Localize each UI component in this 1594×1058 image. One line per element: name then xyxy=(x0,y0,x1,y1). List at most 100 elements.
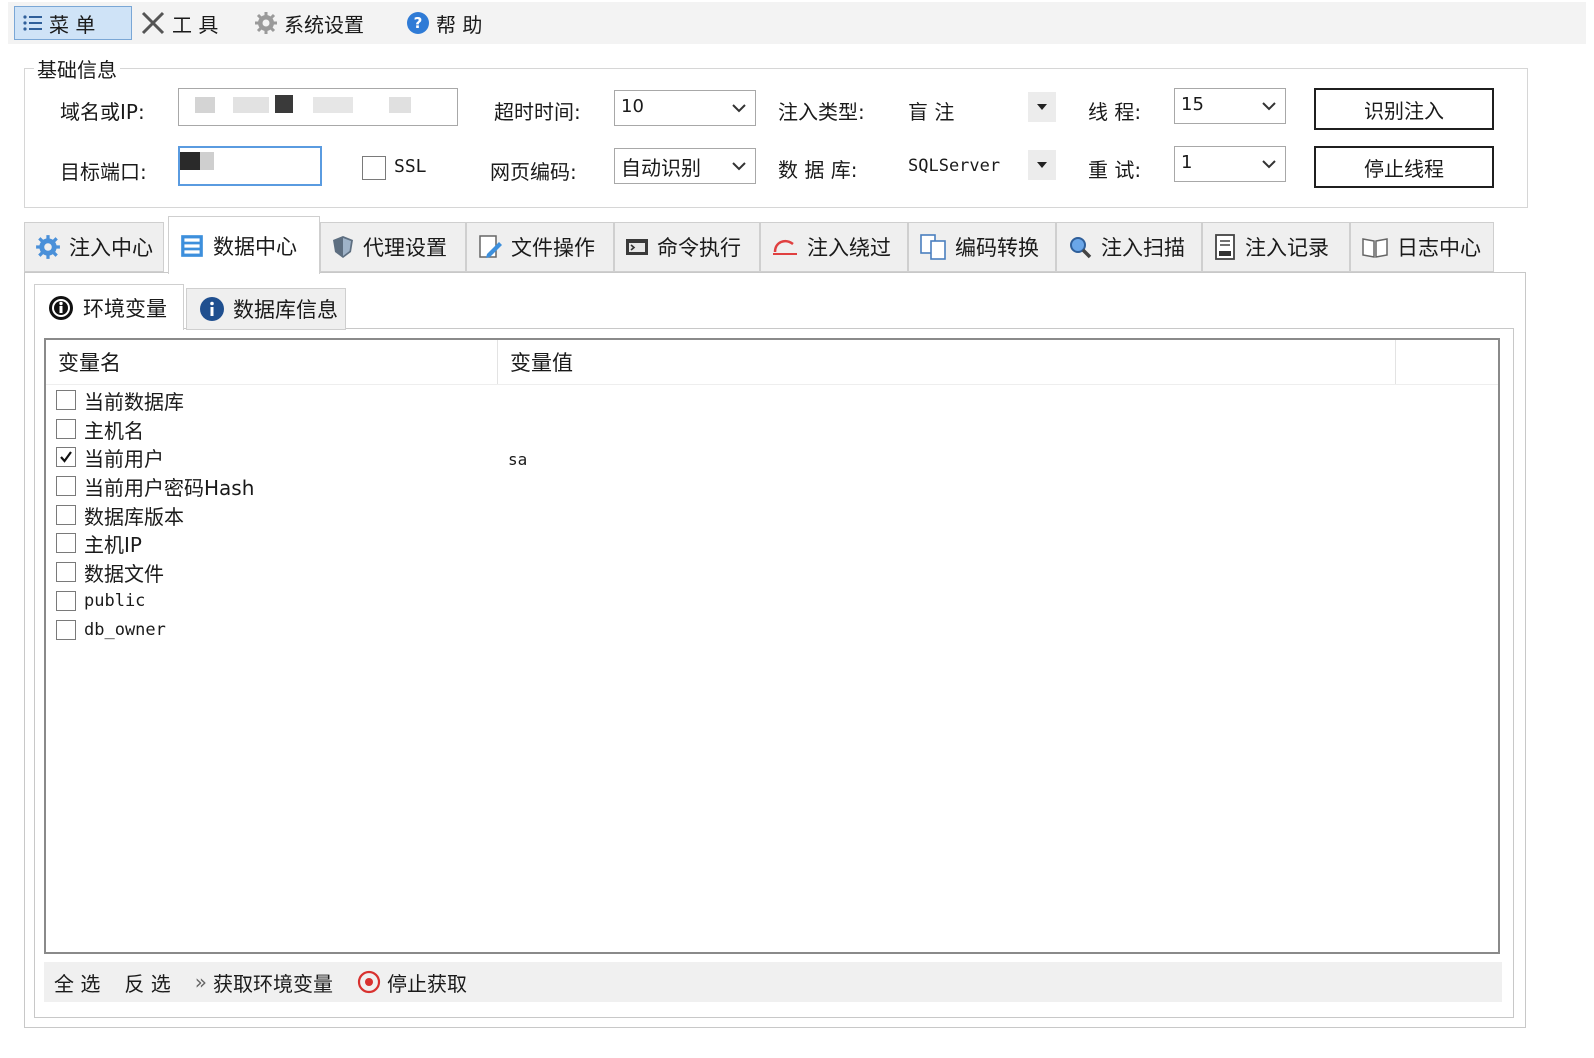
threads-select[interactable]: 15 xyxy=(1174,88,1286,124)
redaction-block xyxy=(389,97,411,113)
domain-label: 域名或IP: xyxy=(60,100,145,124)
row-checkbox[interactable] xyxy=(56,533,76,553)
tab-inject-center[interactable]: 注入中心 xyxy=(24,222,164,272)
list-item[interactable]: 主机IP xyxy=(56,529,142,557)
menu-item-tools[interactable]: 工 具 xyxy=(132,6,226,40)
stop-fetch-button[interactable]: 停止获取 xyxy=(357,968,467,997)
menu-item-settings[interactable]: 系统设置 xyxy=(246,6,372,40)
row-checkbox[interactable] xyxy=(56,562,76,582)
domain-input[interactable] xyxy=(178,88,458,126)
file-edit-icon xyxy=(479,235,502,258)
ssl-checkbox[interactable] xyxy=(362,156,386,180)
info-dark-icon xyxy=(49,295,73,320)
inject-type-select[interactable]: 盲 注 xyxy=(908,96,954,125)
row-checkbox[interactable] xyxy=(56,390,76,410)
gear-icon xyxy=(255,12,277,34)
caret-down-icon xyxy=(1037,104,1047,110)
ssl-label: SSL xyxy=(394,156,427,177)
row-checkbox[interactable] xyxy=(56,505,76,525)
tab-inject-records[interactable]: 注入记录 xyxy=(1202,222,1350,272)
row-checkbox[interactable] xyxy=(56,591,76,611)
database-dropdown[interactable] xyxy=(1028,150,1056,180)
redaction-block xyxy=(180,152,200,170)
fetch-env-button[interactable]: » 获取环境变量 xyxy=(195,968,333,997)
list-item[interactable]: public xyxy=(56,587,145,615)
help-icon: ? xyxy=(407,12,429,34)
redaction-block xyxy=(195,97,215,113)
tab-inject-bypass[interactable]: 注入绕过 xyxy=(760,222,908,272)
list-item[interactable]: 数据库版本 xyxy=(56,501,184,529)
timeout-label: 超时时间: xyxy=(494,100,581,124)
list-item[interactable]: 当前用户密码Hash xyxy=(56,472,254,500)
chevron-down-icon xyxy=(732,162,746,171)
tab-proxy-settings[interactable]: 代理设置 xyxy=(320,222,466,272)
menu-item-label: 菜 单 xyxy=(49,12,96,37)
tools-icon xyxy=(141,11,165,35)
redaction-block xyxy=(233,97,269,113)
tab-file-operations[interactable]: 文件操作 xyxy=(466,222,614,272)
tab-log-center[interactable]: 日志中心 xyxy=(1350,222,1494,272)
menu-item-menu[interactable]: 菜 单 xyxy=(14,6,132,40)
svg-text:?: ? xyxy=(414,14,423,32)
list-item[interactable]: 当前用户 xyxy=(56,443,164,471)
list-item[interactable]: 数据文件 xyxy=(56,558,164,586)
stop-icon xyxy=(357,970,381,994)
row-checkbox[interactable] xyxy=(56,620,76,640)
row-checkbox-checked[interactable] xyxy=(56,447,76,467)
tab-encode-convert[interactable]: 编码转换 xyxy=(908,222,1056,272)
timeout-select[interactable]: 10 xyxy=(614,90,756,126)
row-value: sa xyxy=(508,450,528,469)
info-blue-icon xyxy=(200,297,224,321)
inject-type-dropdown[interactable] xyxy=(1028,92,1056,122)
retry-select[interactable]: 1 xyxy=(1174,146,1286,182)
convert-icon xyxy=(920,234,946,260)
encoding-label: 网页编码: xyxy=(490,160,577,184)
identify-inject-button[interactable]: 识别注入 xyxy=(1314,88,1494,130)
database-label: 数 据 库: xyxy=(778,158,858,182)
list-item[interactable]: 当前数据库 xyxy=(56,386,184,414)
menu-item-label: 系统设置 xyxy=(284,12,364,37)
menu-bar: 菜 单 工 具 系统设置 ? 帮 助 xyxy=(8,2,1586,44)
list-item[interactable]: 主机名 xyxy=(56,415,144,443)
column-header-value[interactable]: 变量值 xyxy=(498,340,1396,384)
tab-inject-scan[interactable]: 注入扫描 xyxy=(1056,222,1202,272)
gear-icon xyxy=(36,235,60,259)
invert-selection-button[interactable]: 反 选 xyxy=(124,968,170,997)
menu-item-help[interactable]: ? 帮 助 xyxy=(398,6,490,40)
tab-command-exec[interactable]: 命令执行 xyxy=(614,222,760,272)
subtab-env-variables[interactable]: 环境变量 xyxy=(34,284,184,330)
log-icon xyxy=(1362,238,1388,258)
caret-down-icon xyxy=(1037,162,1047,168)
retry-label: 重 试: xyxy=(1088,158,1142,182)
list-item[interactable]: db_owner xyxy=(56,616,166,644)
shield-icon xyxy=(333,236,353,258)
redaction-block xyxy=(313,97,353,113)
chevron-down-icon xyxy=(1262,102,1276,111)
menu-item-label: 工 具 xyxy=(172,12,219,37)
record-icon xyxy=(1215,234,1235,260)
redaction-block xyxy=(275,95,293,113)
chevron-down-icon xyxy=(1262,160,1276,169)
scan-icon xyxy=(1070,237,1092,259)
row-checkbox[interactable] xyxy=(56,476,76,496)
tab-data-center[interactable]: 数据中心 xyxy=(168,216,320,274)
stop-threads-button[interactable]: 停止线程 xyxy=(1314,146,1494,188)
encoding-select[interactable]: 自动识别 xyxy=(614,148,756,184)
header-divider xyxy=(46,384,1498,385)
group-title: 基础信息 xyxy=(34,54,120,83)
list-icon xyxy=(23,15,42,31)
chevron-down-icon xyxy=(732,104,746,113)
bypass-icon xyxy=(773,240,797,255)
terminal-icon xyxy=(626,239,648,255)
port-label: 目标端口: xyxy=(60,160,147,184)
inject-type-label: 注入类型: xyxy=(778,100,865,124)
env-variable-list[interactable]: 变量名 变量值 当前数据库 主机名 当前用户 sa 当前用户密码Hash 数据库… xyxy=(44,338,1500,954)
database-select[interactable]: SQLServer xyxy=(908,156,1000,176)
port-input[interactable] xyxy=(178,146,322,186)
select-all-button[interactable]: 全 选 xyxy=(54,968,100,997)
database-icon xyxy=(181,234,203,257)
row-checkbox[interactable] xyxy=(56,419,76,439)
subtab-database-info[interactable]: 数据库信息 xyxy=(186,288,346,330)
double-chevron-right-icon: » xyxy=(194,970,207,994)
column-header-name[interactable]: 变量名 xyxy=(46,340,498,384)
